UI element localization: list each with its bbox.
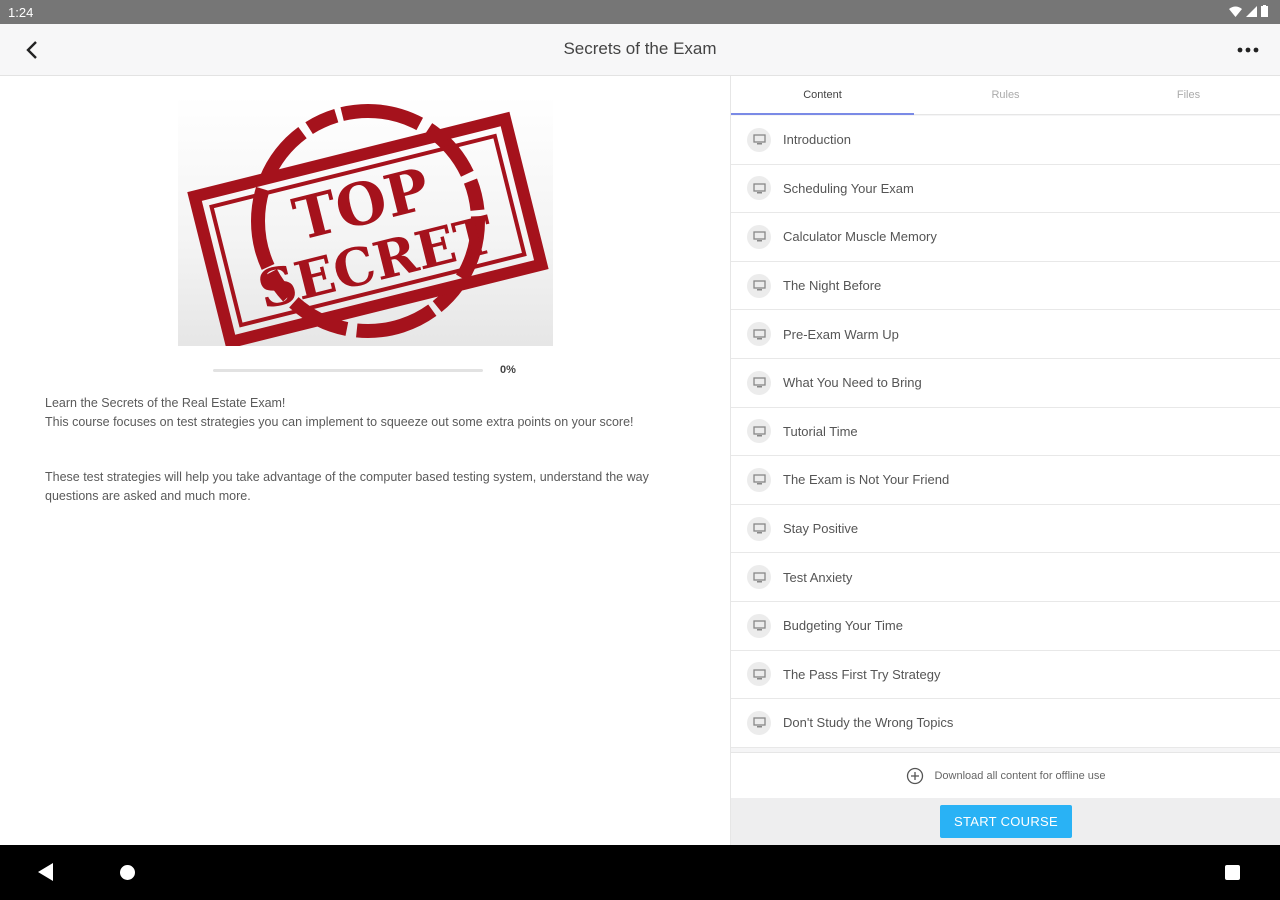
monitor-icon <box>747 370 771 395</box>
course-actions: START COURSE <box>731 798 1280 845</box>
battery-icon <box>1261 5 1268 17</box>
top-secret-stamp-image: TOP SECRET <box>187 104 549 346</box>
lesson-label: Tutorial Time <box>783 423 858 439</box>
monitor-icon <box>747 176 771 201</box>
lesson-label: Scheduling Your Exam <box>783 180 914 196</box>
lesson-label: Test Anxiety <box>783 569 853 585</box>
monitor-icon <box>747 613 771 638</box>
status-time: 1:24 <box>8 5 34 20</box>
list-item[interactable]: Calculator Muscle Memory <box>731 213 1280 262</box>
start-course-button[interactable]: START COURSE <box>940 805 1072 838</box>
system-nav-bar <box>0 845 1280 900</box>
more-options-button[interactable] <box>1234 36 1262 64</box>
progress-label: 0% <box>500 364 516 376</box>
list-item[interactable]: Stay Positive <box>731 504 1280 554</box>
course-description: Learn the Secrets of the Real Estate Exa… <box>45 394 685 506</box>
signal-icon <box>1246 5 1257 17</box>
list-item[interactable]: Budgeting Your Time <box>731 601 1280 651</box>
wifi-icon <box>1229 6 1242 17</box>
add-circle-icon <box>907 767 924 784</box>
list-item[interactable]: Tutorial Time <box>731 407 1280 457</box>
more-horizontal-icon <box>1237 47 1259 53</box>
course-content-panel: Content Rules Files Introduction Schedul… <box>730 76 1280 845</box>
list-item[interactable]: The Exam is Not Your Friend <box>731 456 1280 505</box>
list-item[interactable]: The Pass First Try Strategy <box>731 650 1280 700</box>
monitor-icon <box>747 273 771 298</box>
monitor-icon <box>747 419 771 444</box>
list-item[interactable]: The Night Before <box>731 261 1280 311</box>
lesson-label: What You Need to Bring <box>783 375 922 391</box>
page-title: Secrets of the Exam <box>563 39 717 58</box>
app-bar: Secrets of the Exam <box>0 24 1280 76</box>
list-item[interactable]: Introduction <box>731 116 1280 165</box>
description-line: This course focuses on test strategies y… <box>45 415 634 429</box>
lesson-label: The Pass First Try Strategy <box>783 666 941 682</box>
course-image: TOP SECRET <box>178 96 553 346</box>
monitor-icon <box>747 127 771 152</box>
lesson-label: Calculator Muscle Memory <box>783 229 937 245</box>
list-item[interactable]: What You Need to Bring <box>731 358 1280 408</box>
lesson-label: The Night Before <box>783 278 882 294</box>
monitor-icon <box>747 662 771 687</box>
monitor-icon <box>747 224 771 249</box>
course-overview: TOP SECRET 0% Learn the Secrets of the R… <box>0 76 730 845</box>
nav-recents-icon[interactable] <box>1225 865 1240 880</box>
list-item[interactable]: Scheduling Your Exam <box>731 164 1280 214</box>
lesson-label: Pre-Exam Warm Up <box>783 326 899 342</box>
list-item[interactable]: Pre-Exam Warm Up <box>731 310 1280 359</box>
description-line: These test strategies will help you take… <box>45 470 649 503</box>
course-progress: 0% <box>213 364 533 378</box>
list-item[interactable]: Don't Study the Wrong Topics <box>731 699 1280 748</box>
description-line: Learn the Secrets of the Real Estate Exa… <box>45 396 286 410</box>
monitor-icon <box>747 322 771 347</box>
lesson-label: Budgeting Your Time <box>783 618 903 634</box>
lesson-label: The Exam is Not Your Friend <box>783 472 950 488</box>
status-icons <box>1229 5 1268 17</box>
lesson-label: Don't Study the Wrong Topics <box>783 715 954 731</box>
nav-back-icon[interactable] <box>38 863 54 881</box>
monitor-icon <box>747 565 771 590</box>
lesson-label: Stay Positive <box>783 521 859 537</box>
tab-bar: Content Rules Files <box>731 76 1280 115</box>
lesson-list: Introduction Scheduling Your Exam Calcul… <box>731 116 1280 748</box>
download-label: Download all content for offline use <box>934 769 1106 782</box>
monitor-icon <box>747 467 771 492</box>
progress-track <box>213 369 483 372</box>
list-item[interactable]: Test Anxiety <box>731 553 1280 602</box>
lesson-label: Introduction <box>783 132 851 148</box>
download-offline-button[interactable]: Download all content for offline use <box>731 752 1280 798</box>
monitor-icon <box>747 516 771 541</box>
tab-files[interactable]: Files <box>1097 76 1280 114</box>
nav-home-icon[interactable] <box>120 865 135 880</box>
monitor-icon <box>747 710 771 735</box>
status-bar: 1:24 <box>0 0 1280 24</box>
tab-content[interactable]: Content <box>731 76 914 115</box>
tab-rules[interactable]: Rules <box>914 76 1097 114</box>
